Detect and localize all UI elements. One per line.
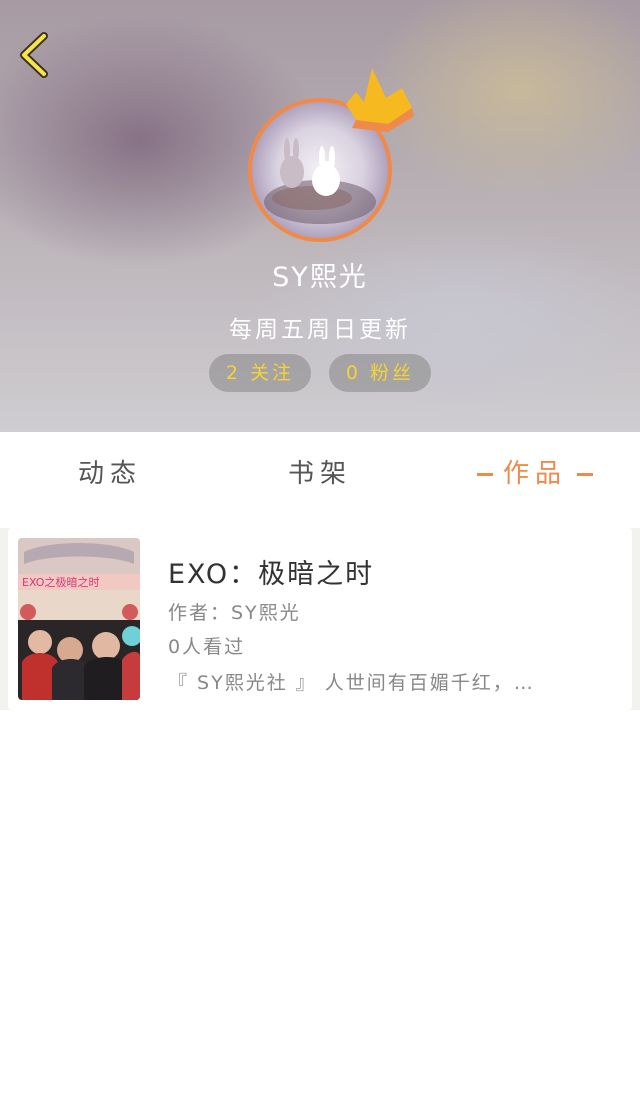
work-card[interactable]: EXO之极暗之时 EXO：极暗之时 作者：SY熙光 0人看过 『 SY熙光社 』… bbox=[8, 528, 632, 710]
profile-tabs: 动态 书架 作品 bbox=[0, 432, 640, 516]
book-cover: EXO之极暗之时 bbox=[18, 538, 140, 700]
tab-bookshelf[interactable]: 书架 bbox=[250, 432, 390, 516]
profile-header: SY熙光 每周五周日更新 2 关注 0 粉丝 bbox=[0, 0, 640, 432]
active-indicator-right bbox=[577, 473, 593, 476]
book-author: 作者：SY熙光 bbox=[168, 602, 301, 624]
book-description: 『 SY熙光社 』 人世间有百媚千红，… bbox=[168, 672, 535, 694]
cover-title: EXO之极暗之时 bbox=[22, 575, 99, 589]
book-views: 0人看过 bbox=[168, 636, 246, 658]
tab-label: 书架 bbox=[287, 459, 352, 489]
back-button[interactable] bbox=[14, 28, 58, 84]
book-title: EXO：极暗之时 bbox=[168, 559, 375, 590]
profile-subtitle: 每周五周日更新 bbox=[229, 317, 411, 343]
fans-count-button[interactable]: 0 粉丝 bbox=[329, 354, 431, 392]
tab-label: 动态 bbox=[77, 459, 142, 489]
profile-name: SY熙光 bbox=[272, 262, 368, 293]
following-count-button[interactable]: 2 关注 bbox=[209, 354, 311, 392]
crown-icon bbox=[342, 64, 418, 136]
tab-works[interactable]: 作品 bbox=[455, 432, 615, 516]
chevron-left-icon bbox=[20, 32, 48, 78]
tab-label: 作品 bbox=[502, 459, 567, 489]
active-indicator-left bbox=[476, 473, 493, 476]
tab-dynamics[interactable]: 动态 bbox=[40, 432, 180, 516]
